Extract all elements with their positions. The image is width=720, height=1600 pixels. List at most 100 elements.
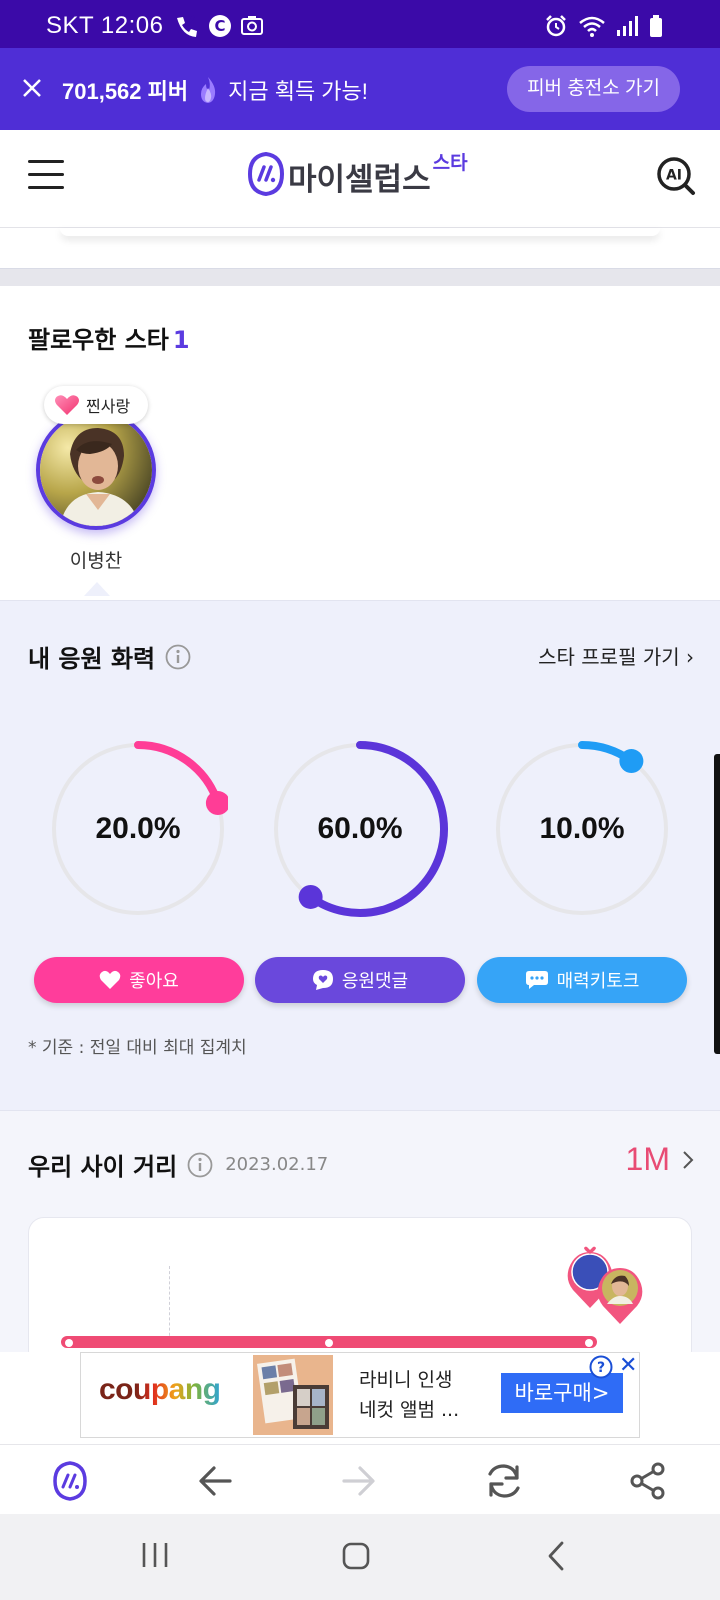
like-button[interactable]: 좋아요 (34, 957, 244, 1003)
android-nav-bar (0, 1514, 720, 1600)
support-title: 내 응원 화력 (28, 639, 191, 674)
browser-toolbar (0, 1444, 720, 1514)
app-logo[interactable]: 마이셀럽스 스타 (248, 152, 468, 199)
star-position-pin (597, 1268, 643, 1324)
status-system-icons (544, 14, 664, 38)
alarm-icon (546, 15, 566, 37)
cheer-gauge-value: 60.0% (317, 812, 403, 845)
charm-talk-button-label: 매력키토크 (556, 971, 640, 992)
ai-search-icon: AI (657, 157, 695, 195)
like-gauge-value: 20.0% (95, 812, 181, 845)
chat-bubble-icon (525, 971, 548, 989)
wifi-icon (579, 16, 605, 37)
ad-brand-text: coupang (99, 1373, 221, 1406)
app-header: 마이셀럽스 스타 AI (0, 130, 720, 228)
coupang-ad[interactable]: coupang 라비니 인생 네컷 앨범 ... 바로구매> ? ✕ (80, 1352, 640, 1438)
star-profile-link-text: 스타 프로필 가기 (538, 645, 680, 669)
distance-chart-card (28, 1217, 692, 1367)
screenshot-icon (241, 16, 263, 35)
charm-talk-button[interactable]: 매력키토크 (477, 957, 687, 1003)
following-count: 1 (172, 326, 190, 354)
fever-promo-banner: 701,562 피버 지금 획득 가능! 피버 충전소 가기 (0, 48, 720, 130)
distance-title-text: 우리 사이 거리 (28, 1153, 178, 1181)
track-dot (325, 1339, 333, 1347)
star-photo (40, 414, 152, 526)
track-dot (65, 1339, 73, 1347)
flame-icon (201, 77, 216, 103)
ad-help-icon[interactable]: ? (589, 1355, 613, 1379)
support-note: * 기준 : 전일 대비 최대 집계치 (28, 1038, 247, 1058)
fever-charge-button[interactable]: 피버 충전소 가기 (507, 66, 680, 112)
promo-message: 701,562 피버 지금 획득 가능! (62, 74, 368, 106)
ai-search-button[interactable]: AI (656, 156, 696, 200)
signal-icon (617, 16, 638, 36)
logo-text: 마이셀럽스 (288, 162, 431, 198)
support-power-section: 내 응원 화력 스타 프로필 가기 › 20.0% 60.0% 10.0% 좋아… (0, 600, 720, 1110)
battery-icon (650, 15, 662, 37)
fever-amount: 701,562 피버 (62, 79, 189, 104)
comment-heart-icon (312, 970, 333, 990)
charm-gauge-value: 10.0% (539, 812, 625, 845)
ad-buy-now-button[interactable]: 바로구매> (501, 1373, 623, 1413)
cheer-gauge: 60.0% (270, 739, 450, 919)
ad-help-text: ? (597, 1360, 605, 1376)
distance-date: 2023.02.17 (225, 1154, 329, 1175)
like-button-label: 좋아요 (129, 971, 179, 992)
ad-close-icon[interactable]: ✕ (619, 1355, 637, 1377)
support-title-text: 내 응원 화력 (28, 645, 156, 673)
like-gauge: 20.0% (48, 739, 228, 919)
logo-star-text: 스타 (432, 152, 468, 174)
heart-icon (99, 970, 121, 989)
heart-icon (55, 395, 79, 415)
home-logo-icon[interactable] (52, 1461, 88, 1501)
ad-line-2: 네컷 앨범 ... (359, 1399, 460, 1421)
back-icon[interactable] (544, 1540, 570, 1572)
track-dot (585, 1339, 593, 1347)
star-badge-label: 찐사랑 (86, 397, 131, 416)
section-divider (0, 268, 720, 286)
info-icon[interactable] (187, 1152, 213, 1178)
status-carrier-time: SKT 12:06 (46, 12, 164, 39)
ad-product-image (253, 1355, 333, 1435)
status-bar: SKT 12:06 C (0, 0, 720, 48)
card-shadow (60, 228, 660, 236)
edge-panel-handle[interactable] (714, 754, 720, 1054)
ad-description: 라비니 인생 네컷 앨범 ... (359, 1365, 459, 1425)
svg-text:C: C (214, 17, 225, 35)
charm-gauge: 10.0% (492, 739, 672, 919)
status-notification-icons: C (174, 14, 264, 38)
chevron-right-icon (683, 1150, 694, 1169)
distance-range-selector[interactable]: 1M (626, 1141, 694, 1178)
star-badge: 찐사랑 (44, 386, 148, 424)
cheer-comment-button[interactable]: 응원댓글 (255, 957, 465, 1003)
photo-album-image (253, 1355, 333, 1435)
info-icon[interactable] (165, 644, 191, 670)
star-name: 이병찬 (69, 550, 123, 572)
following-title: 팔로우한 스타 1 (28, 320, 190, 355)
refresh-icon[interactable] (484, 1461, 524, 1501)
distance-range-value: 1M (625, 1141, 670, 1177)
distance-section: 우리 사이 거리 2023.02.17 1M (0, 1110, 720, 1367)
distance-title: 우리 사이 거리 2023.02.17 (28, 1147, 328, 1182)
mycelebs-logo-icon (248, 152, 284, 196)
forward-arrow-icon (342, 1466, 375, 1496)
distance-guide-line (169, 1266, 170, 1346)
home-icon[interactable] (340, 1540, 372, 1572)
ad-brand: coupang (99, 1373, 221, 1407)
star-avatar[interactable] (36, 410, 156, 530)
close-icon[interactable] (18, 74, 46, 102)
back-arrow-icon[interactable] (196, 1461, 236, 1501)
promo-text: 지금 획득 가능! (228, 79, 368, 104)
following-title-text: 팔로우한 스타 (28, 326, 169, 354)
star-profile-link[interactable]: 스타 프로필 가기 › (538, 641, 694, 670)
selected-star-pointer (84, 582, 110, 596)
c-app-icon: C (209, 15, 231, 37)
cheer-comment-button-label: 응원댓글 (341, 971, 409, 992)
chevron-right-icon: › (679, 645, 694, 669)
menu-icon[interactable] (28, 160, 64, 192)
share-icon[interactable] (628, 1461, 668, 1501)
ad-line-1: 라비니 인생 (359, 1369, 453, 1391)
recent-apps-icon[interactable] (140, 1540, 170, 1570)
call-icon (177, 15, 197, 37)
ai-label: AI (666, 168, 682, 184)
